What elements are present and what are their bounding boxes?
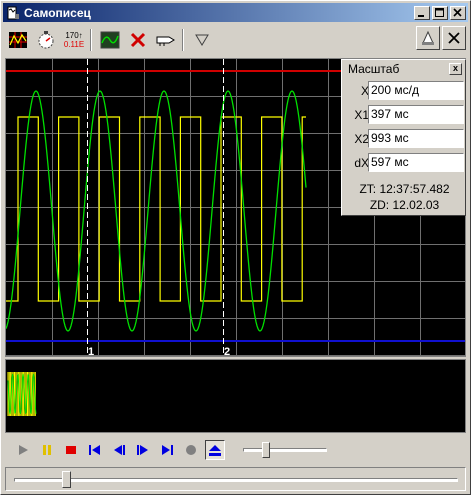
zero-time-readout: ZT: 12:37:57.482 [359,182,450,196]
pause-icon [43,445,51,455]
scale-row-x: X 200 мс/д [342,81,467,101]
skip-to-end-icon [162,445,173,455]
play-icon [19,445,28,455]
toolbar: 170↑ 0.11E [3,25,468,55]
to-end-button[interactable] [157,440,177,460]
waveform-icon [100,31,120,49]
probe-button[interactable] [153,27,179,53]
scale-dx-field[interactable]: 597 мс [368,153,464,172]
recorder-window: Самописец 170↑ 0.11E 1 2 Масштаб x X 200… [0,0,471,495]
playback-speed-slider[interactable] [243,442,327,458]
to-start-button[interactable] [85,440,105,460]
app-icon [6,6,20,20]
record-icon [186,445,196,455]
level-bottom-value: 0.11E [63,40,85,49]
close-plot-icon [448,32,460,44]
speed-slider-thumb[interactable] [262,442,270,458]
grid-button[interactable] [5,27,31,53]
delete-icon [130,32,146,48]
scale-x2-field[interactable]: 993 мс [368,129,464,148]
clock-dial-icon [38,31,54,49]
level-readout-button[interactable]: 170↑ 0.11E [61,27,87,53]
delete-button[interactable] [125,27,151,53]
trigger-icon [195,34,209,46]
timer-button[interactable] [33,27,59,53]
trigger-button[interactable] [189,27,215,53]
level-top-value: 170↑ [65,31,83,40]
step-back-icon [114,445,125,455]
scale-label-x2: X2 [354,132,369,146]
maximize-button[interactable] [432,5,448,20]
overview-plot[interactable] [5,359,466,433]
scale-panel-title: Масштаб [348,62,400,76]
record-button[interactable] [181,440,201,460]
playback-controls [3,435,468,465]
title-bar[interactable]: Самописец [3,3,468,22]
toolbar-separator-2 [182,29,184,51]
scale-label-x1: X1 [354,108,369,122]
step-forward-icon [137,445,148,455]
close-plot-button[interactable] [442,26,466,50]
toolbar-right-group [414,26,466,50]
play-button[interactable] [13,440,33,460]
scale-label-dx: dX [354,156,369,170]
square-wave-trace [6,116,306,302]
close-icon [453,7,462,17]
scale-row-x2: X2 993 мс [342,129,467,149]
eject-button[interactable] [205,440,225,460]
eject-icon [209,444,221,456]
zero-date-readout: ZD: 12.02.03 [369,198,440,212]
print-icon [422,30,434,45]
cursor-marker-label: 1 [88,346,94,356]
scale-panel-close-button[interactable]: x [449,63,462,75]
position-scroller[interactable] [5,467,466,491]
grid-icon [9,32,27,48]
probe-icon [156,36,175,46]
speed-slider-track [243,448,327,452]
overview-canvas [7,372,37,416]
toolbar-separator [90,29,92,51]
scale-x-field[interactable]: 200 мс/д [368,81,464,100]
print-button[interactable] [416,26,440,50]
step-forward-button[interactable] [133,440,153,460]
maximize-icon [435,7,444,17]
scale-panel: Масштаб x X 200 мс/д X1 397 мс X2 993 мс… [341,59,466,216]
window-title: Самописец [24,5,91,20]
scale-x1-field[interactable]: 397 мс [368,105,464,124]
scale-row-dx: dX 597 мс [342,153,467,173]
waveform-button[interactable] [97,27,123,53]
stop-button[interactable] [61,440,81,460]
pause-button[interactable] [37,440,57,460]
position-track [14,478,458,482]
position-thumb[interactable] [62,471,71,488]
cursor-marker-label: 2 [224,346,230,356]
minimize-button[interactable] [414,5,430,20]
skip-to-start-icon [89,445,100,455]
stop-icon [66,446,76,454]
step-back-button[interactable] [109,440,129,460]
scale-row-x1: X1 397 мс [342,105,467,125]
minimize-icon [418,14,424,17]
close-button[interactable] [450,5,466,20]
